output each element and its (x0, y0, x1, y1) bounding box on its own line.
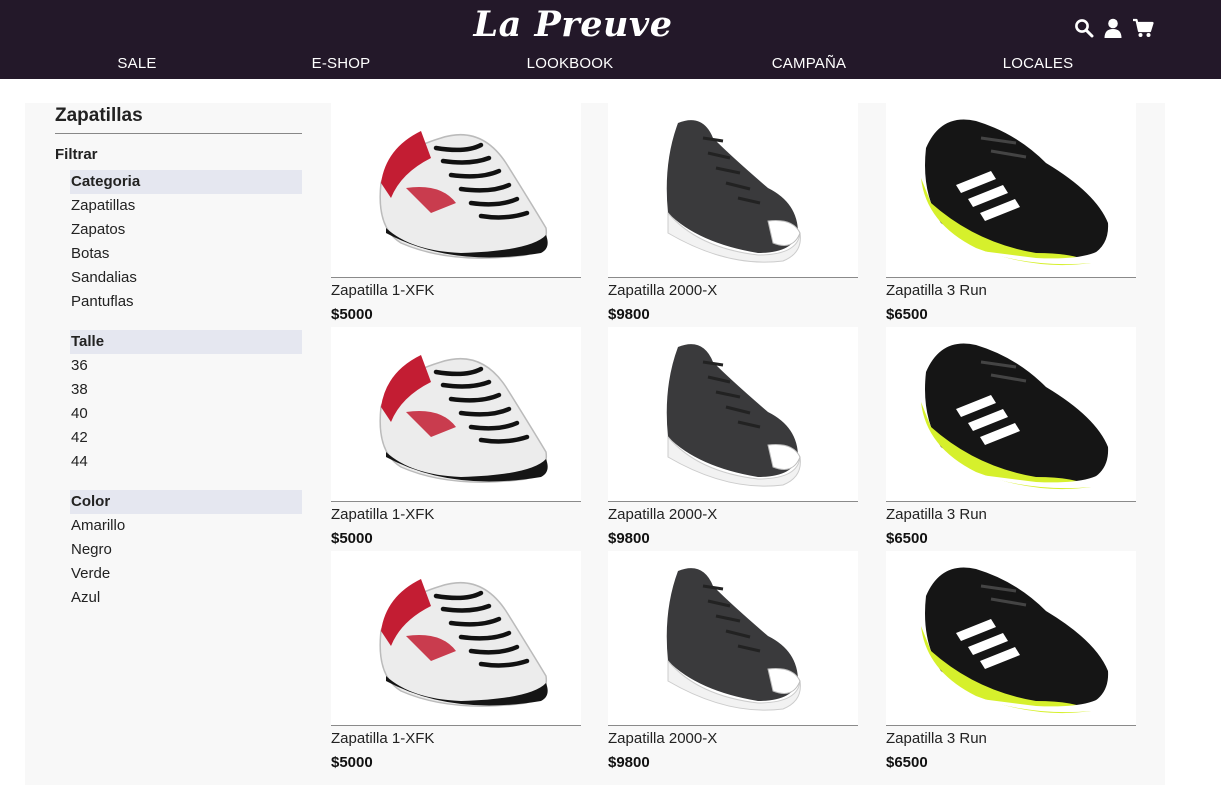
header-icons (1074, 16, 1154, 40)
brand-logo[interactable]: La Preuve (0, 4, 1146, 45)
product-price: $5000 (331, 754, 373, 771)
nav-lookbook[interactable]: LOOKBOOK (527, 55, 614, 72)
product-name[interactable]: Zapatilla 1-XFK (331, 730, 434, 747)
filter-option[interactable]: 38 (70, 378, 302, 402)
nav-campana[interactable]: CAMPAÑA (772, 55, 846, 72)
product-image-black-yellow-running-shoe[interactable] (886, 551, 1136, 726)
filter-option[interactable]: Sandalias (70, 266, 302, 290)
product-card[interactable]: Zapatilla 2000-X $9800 (608, 103, 858, 327)
product-card[interactable]: Zapatilla 3 Run $6500 (886, 327, 1136, 551)
filter-group-categoria: Categoria Zapatillas Zapatos Botas Sanda… (70, 170, 302, 314)
cart-icon[interactable] (1132, 18, 1154, 38)
product-card[interactable]: Zapatilla 2000-X $9800 (608, 327, 858, 551)
product-name[interactable]: Zapatilla 1-XFK (331, 506, 434, 523)
filter-option[interactable]: Amarillo (70, 514, 302, 538)
filter-option[interactable]: Botas (70, 242, 302, 266)
product-image-dark-gray-high-top-sneaker[interactable] (608, 103, 858, 278)
filter-option[interactable]: 36 (70, 354, 302, 378)
filter-heading: Filtrar (55, 146, 98, 163)
filter-option[interactable]: Negro (70, 538, 302, 562)
product-card[interactable]: Zapatilla 1-XFK $5000 (331, 103, 581, 327)
product-card[interactable]: Zapatilla 1-XFK $5000 (331, 551, 581, 775)
filter-option[interactable]: 42 (70, 426, 302, 450)
product-name[interactable]: Zapatilla 2000-X (608, 506, 717, 523)
filter-sidebar: Zapatillas Filtrar Categoria Zapatillas … (55, 103, 302, 626)
nav-sale[interactable]: SALE (117, 55, 156, 72)
product-card[interactable]: Zapatilla 3 Run $6500 (886, 103, 1136, 327)
product-image-white-red-tennis-shoe[interactable] (331, 327, 581, 502)
nav-eshop[interactable]: E-SHOP (312, 55, 371, 72)
filter-group-color: Color Amarillo Negro Verde Azul (70, 490, 302, 610)
main-nav: SALE E-SHOP LOOKBOOK CAMPAÑA LOCALES (0, 55, 1221, 75)
product-image-black-yellow-running-shoe[interactable] (886, 327, 1136, 502)
product-price: $5000 (331, 530, 373, 547)
search-icon[interactable] (1074, 18, 1094, 38)
product-name[interactable]: Zapatilla 1-XFK (331, 282, 434, 299)
product-name[interactable]: Zapatilla 2000-X (608, 730, 717, 747)
product-name[interactable]: Zapatilla 3 Run (886, 730, 987, 747)
filter-option[interactable]: 40 (70, 402, 302, 426)
product-name[interactable]: Zapatilla 3 Run (886, 506, 987, 523)
filter-option[interactable]: Zapatillas (70, 194, 302, 218)
product-name[interactable]: Zapatilla 2000-X (608, 282, 717, 299)
product-price: $5000 (331, 306, 373, 323)
filter-group-title: Talle (70, 330, 302, 354)
filter-option[interactable]: Zapatos (70, 218, 302, 242)
filter-group-title: Categoria (70, 170, 302, 194)
filter-option[interactable]: 44 (70, 450, 302, 474)
site-header: La Preuve SALE E-SHOP LOOKBOOK CAMPAÑA L… (0, 0, 1221, 79)
product-image-dark-gray-high-top-sneaker[interactable] (608, 327, 858, 502)
filter-option[interactable]: Azul (70, 586, 302, 610)
filter-group-talle: Talle 36 38 40 42 44 (70, 330, 302, 474)
product-price: $9800 (608, 530, 650, 547)
product-image-dark-gray-high-top-sneaker[interactable] (608, 551, 858, 726)
filter-option[interactable]: Verde (70, 562, 302, 586)
product-image-white-red-tennis-shoe[interactable] (331, 103, 581, 278)
product-price: $6500 (886, 530, 928, 547)
product-price: $9800 (608, 754, 650, 771)
product-name[interactable]: Zapatilla 3 Run (886, 282, 987, 299)
filter-option[interactable]: Pantuflas (70, 290, 302, 314)
product-card[interactable]: Zapatilla 2000-X $9800 (608, 551, 858, 775)
page-title: Zapatillas (55, 103, 302, 134)
product-card[interactable]: Zapatilla 1-XFK $5000 (331, 327, 581, 551)
product-price: $9800 (608, 306, 650, 323)
product-card[interactable]: Zapatilla 3 Run $6500 (886, 551, 1136, 775)
product-price: $6500 (886, 754, 928, 771)
user-icon[interactable] (1103, 18, 1123, 38)
nav-locales[interactable]: LOCALES (1003, 55, 1074, 72)
product-image-black-yellow-running-shoe[interactable] (886, 103, 1136, 278)
filter-group-title: Color (70, 490, 302, 514)
product-price: $6500 (886, 306, 928, 323)
product-image-white-red-tennis-shoe[interactable] (331, 551, 581, 726)
